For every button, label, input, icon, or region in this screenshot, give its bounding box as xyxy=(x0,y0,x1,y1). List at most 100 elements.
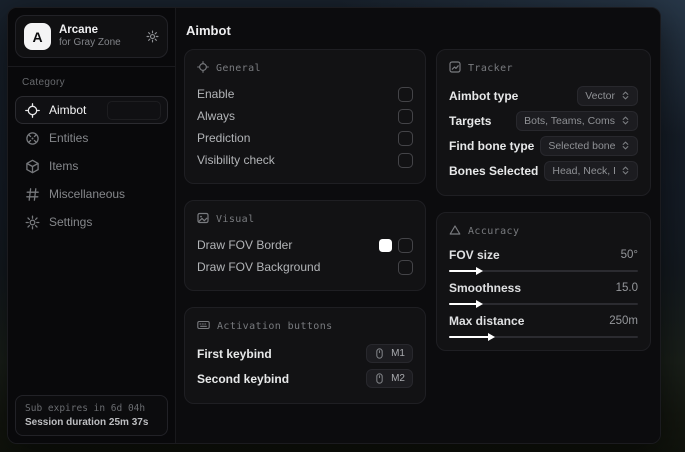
general-card: General Enable Always Prediction Visibil… xyxy=(184,49,426,184)
tracker-card: Tracker Aimbot type Vector Targets Bots,… xyxy=(436,49,651,196)
keyboard-icon xyxy=(197,319,210,334)
activation-card: Activation buttons First keybind M1 Seco… xyxy=(184,307,426,404)
session-duration-text: Session duration 25m 37s xyxy=(25,417,149,428)
setting-label: Draw FOV Background xyxy=(197,260,321,274)
crosshair-icon xyxy=(25,102,40,118)
visual-card-header: Visual xyxy=(197,212,413,227)
app-window: A Arcane for Gray Zone Category Aimbot E… xyxy=(7,7,661,444)
general-card-header: General xyxy=(197,61,413,76)
setting-row-prediction: Prediction xyxy=(197,127,413,149)
triangle-icon xyxy=(449,224,461,239)
fov-size-slider-group: FOV size 50° xyxy=(449,248,638,275)
tracker-card-header: Tracker xyxy=(449,61,638,76)
unfold-arrows-icon xyxy=(622,116,629,125)
setting-row-draw-fov-border: Draw FOV Border xyxy=(197,234,413,256)
max-distance-slider-group: Max distance 250m xyxy=(449,314,638,341)
sidebar-item-label: Aimbot xyxy=(49,103,87,117)
slider-value: 250m xyxy=(609,315,638,327)
smoothness-slider[interactable] xyxy=(449,300,638,308)
setting-row-aimbot-type: Aimbot type Vector xyxy=(449,83,638,108)
fov-size-slider[interactable] xyxy=(449,267,638,275)
setting-label: Second keybind xyxy=(197,371,290,386)
setting-label: Always xyxy=(197,109,236,123)
slider-value: 50° xyxy=(620,249,638,261)
setting-row-targets: Targets Bots, Teams, Coms xyxy=(449,108,638,133)
draw-fov-border-checkbox[interactable] xyxy=(398,237,413,253)
slider-fill[interactable] xyxy=(449,333,495,341)
sidebar-item-miscellaneous[interactable]: Miscellaneous xyxy=(15,180,168,208)
main-content: Aimbot General Enable Always Prediction … xyxy=(176,8,660,443)
slider-fill[interactable] xyxy=(449,300,484,308)
app-logo: A xyxy=(24,23,51,50)
setting-label: Targets xyxy=(449,113,492,128)
activation-rows: First keybind M1 Second keybind M2 xyxy=(197,341,413,391)
sidebar-item-label: Items xyxy=(49,159,79,173)
slider-fill[interactable] xyxy=(449,267,484,275)
app-header-card: A Arcane for Gray Zone xyxy=(15,15,168,58)
slider-head: FOV size 50° xyxy=(449,248,638,262)
sidebar-item-label: Miscellaneous xyxy=(49,187,126,201)
find-bone-type-select[interactable]: Selected bone xyxy=(540,135,638,156)
slider-label: Smoothness xyxy=(449,281,522,295)
visibility-check-checkbox[interactable] xyxy=(398,152,413,168)
sidebar-item-items[interactable]: Items xyxy=(15,152,168,180)
slider-label: Max distance xyxy=(449,314,525,328)
gear-icon[interactable] xyxy=(146,30,159,43)
enable-checkbox[interactable] xyxy=(398,86,413,102)
section-title: Tracker xyxy=(468,63,513,74)
unfold-arrows-icon xyxy=(622,166,629,175)
sidebar-item-entities[interactable]: Entities xyxy=(15,124,168,152)
app-logo-letter: A xyxy=(32,28,43,45)
sidebar: A Arcane for Gray Zone Category Aimbot E… xyxy=(8,8,176,443)
fov-border-color-swatch[interactable] xyxy=(379,238,392,252)
trend-chart-icon xyxy=(449,61,461,76)
section-title: General xyxy=(216,63,261,74)
setting-label: Draw FOV Border xyxy=(197,238,293,252)
unfold-arrows-icon xyxy=(622,141,629,150)
bones-selected-select[interactable]: Head, Neck, Body, Pe.. xyxy=(544,160,638,181)
draw-fov-background-checkbox[interactable] xyxy=(398,259,413,275)
setting-label: Enable xyxy=(197,87,235,101)
activation-card-header: Activation buttons xyxy=(197,319,413,334)
always-checkbox[interactable] xyxy=(398,108,413,124)
page-title: Aimbot xyxy=(186,23,231,38)
unfold-arrows-icon xyxy=(622,91,629,100)
accuracy-card-header: Accuracy xyxy=(449,224,638,239)
setting-row-find-bone-type: Find bone type Selected bone xyxy=(449,133,638,158)
section-title: Visual xyxy=(216,214,255,225)
setting-label: First keybind xyxy=(197,346,272,361)
setting-label: Bones Selected xyxy=(449,163,539,178)
prediction-checkbox[interactable] xyxy=(398,130,413,146)
sidebar-item-aimbot[interactable]: Aimbot xyxy=(15,96,168,124)
crosshair-icon xyxy=(197,61,209,76)
sidebar-item-settings[interactable]: Settings xyxy=(15,208,168,236)
ghost-badge xyxy=(107,101,161,120)
setting-row-first-keybind: First keybind M1 xyxy=(197,341,413,366)
sidebar-header-wrap: A Arcane for Gray Zone xyxy=(8,8,175,67)
app-title: Arcane xyxy=(59,24,98,36)
sidebar-item-label: Entities xyxy=(49,131,89,145)
select-value: Vector xyxy=(585,89,615,102)
smoothness-slider-group: Smoothness 15.0 xyxy=(449,281,638,308)
max-distance-slider[interactable] xyxy=(449,333,638,341)
first-keybind-button[interactable]: M1 xyxy=(366,344,413,363)
slider-value: 15.0 xyxy=(615,282,638,294)
category-label: Category xyxy=(22,77,65,88)
gear-icon xyxy=(25,215,40,230)
sidebar-item-label: Settings xyxy=(49,215,93,229)
aimbot-type-select[interactable]: Vector xyxy=(577,85,638,106)
setting-row-visibility-check: Visibility check xyxy=(197,149,413,171)
second-keybind-button[interactable]: M2 xyxy=(366,369,413,388)
setting-label: Aimbot type xyxy=(449,88,519,103)
app-subtitle: for Gray Zone xyxy=(59,37,121,48)
visual-rows: Draw FOV Border Draw FOV Background xyxy=(197,234,413,278)
sidebar-nav: Aimbot Entities Items Miscellaneous Sett… xyxy=(8,92,175,236)
setting-row-second-keybind: Second keybind M2 xyxy=(197,366,413,391)
accuracy-card: Accuracy FOV size 50° Smoothness 15.0 Ma… xyxy=(436,212,651,351)
radar-icon xyxy=(25,131,40,146)
targets-select[interactable]: Bots, Teams, Coms xyxy=(516,110,638,131)
column-left: General Enable Always Prediction Visibil… xyxy=(184,49,426,404)
app-titles: Arcane for Gray Zone xyxy=(59,24,138,49)
image-icon xyxy=(197,212,209,227)
setting-label: Prediction xyxy=(197,131,251,145)
